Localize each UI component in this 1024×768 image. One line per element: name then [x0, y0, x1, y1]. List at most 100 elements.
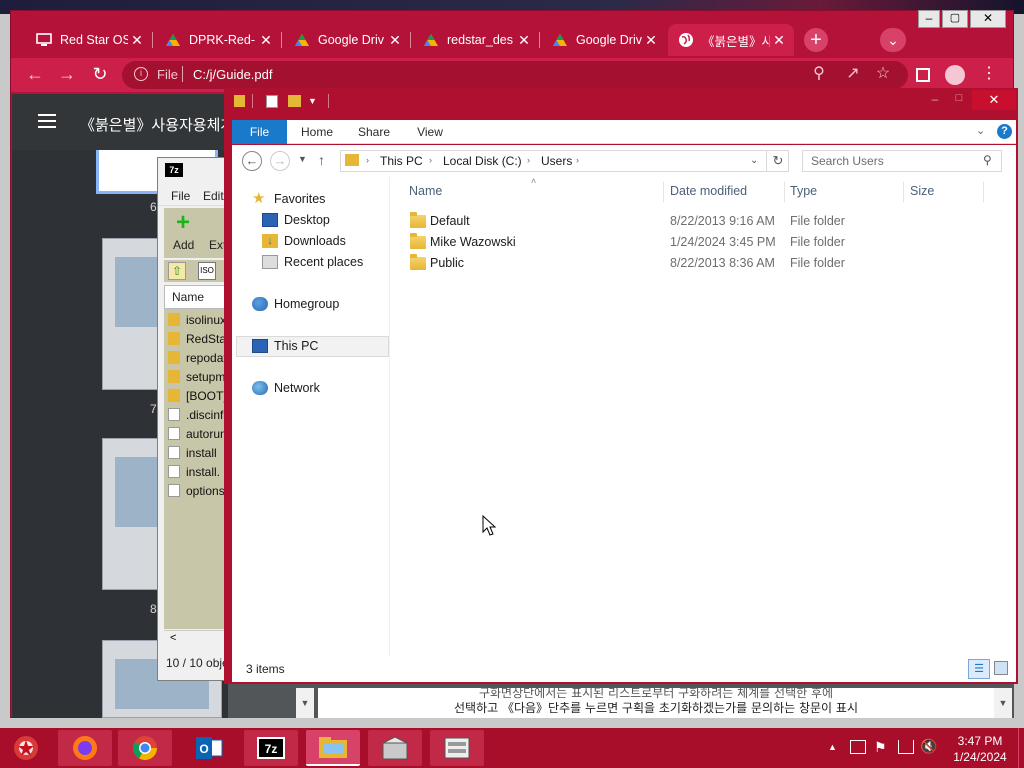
taskbar-chrome[interactable]: [118, 730, 172, 766]
forward-button[interactable]: →: [56, 64, 78, 86]
horizontal-scrollbar[interactable]: <: [164, 630, 230, 648]
column-header-size[interactable]: Size: [910, 184, 934, 198]
7zip-file-row[interactable]: options: [168, 481, 228, 500]
menu-kebab-icon[interactable]: ⋮: [978, 64, 1000, 86]
file-row[interactable]: Mike Wazowski 1/24/2024 3:45 PM File fol…: [404, 232, 1004, 253]
flag-icon[interactable]: ⚑: [874, 739, 887, 756]
scroll-down-arrow[interactable]: ▼: [296, 688, 314, 718]
close-tab-icon[interactable]: ✕: [386, 32, 404, 49]
7zip-file-row[interactable]: setupm: [168, 367, 228, 386]
network-tray-icon[interactable]: [898, 740, 914, 754]
browser-maximize-button[interactable]: ▢: [942, 10, 968, 28]
profile-avatar[interactable]: [945, 65, 965, 85]
column-name[interactable]: Name: [172, 290, 204, 304]
taskbar-firefox[interactable]: [58, 730, 112, 766]
forward-arrow-icon[interactable]: →: [270, 151, 290, 171]
tab-search-button[interactable]: ⌄: [880, 28, 906, 52]
explorer-maximize-button[interactable]: □: [948, 92, 970, 106]
tab-google-drive-2[interactable]: Google Driv ✕: [542, 24, 666, 56]
zoom-icon[interactable]: ⚲: [808, 64, 830, 86]
back-button[interactable]: ←: [24, 64, 46, 86]
share-icon[interactable]: ↗: [842, 64, 864, 86]
breadcrumb-chevron-icon[interactable]: ›: [366, 155, 369, 165]
menu-file[interactable]: File: [171, 189, 190, 203]
menu-edit[interactable]: Edit: [203, 189, 224, 203]
close-tab-icon[interactable]: ✕: [642, 32, 660, 49]
refresh-icon[interactable]: ↻: [766, 150, 789, 172]
add-icon[interactable]: +: [176, 211, 190, 235]
scroll-down-arrow[interactable]: ▼: [994, 688, 1012, 718]
nav-downloads[interactable]: ↓ Downloads: [262, 231, 346, 251]
taskbar-7zip[interactable]: 7z: [244, 730, 298, 766]
back-arrow-icon[interactable]: ←: [242, 151, 262, 171]
taskbar-outlook[interactable]: O: [182, 730, 236, 766]
show-hidden-icons[interactable]: ▲: [828, 742, 837, 752]
up-folder-icon[interactable]: ⇧: [168, 262, 186, 280]
details-view-icon[interactable]: ☰: [968, 659, 990, 679]
breadcrumb-users[interactable]: Users: [541, 154, 572, 168]
info-icon[interactable]: i: [134, 67, 148, 81]
7zip-file-row[interactable]: install: [168, 443, 228, 462]
ribbon-tab-file[interactable]: File: [232, 120, 287, 144]
show-desktop-button[interactable]: [1018, 728, 1024, 768]
taskbar-file-explorer[interactable]: [306, 730, 360, 766]
breadcrumb-chevron-icon[interactable]: ›: [576, 155, 579, 165]
taskbar-control-panel[interactable]: [430, 730, 484, 766]
file-row[interactable]: Default 8/22/2013 9:16 AM File folder: [404, 211, 1004, 232]
7zip-file-row[interactable]: [BOOT]: [168, 386, 228, 405]
7zip-file-row[interactable]: autorun: [168, 424, 228, 443]
explorer-minimize-button[interactable]: –: [924, 92, 946, 106]
column-header-name[interactable]: Name: [409, 184, 442, 198]
recent-locations-icon[interactable]: ▼: [298, 154, 307, 164]
close-tab-icon[interactable]: ✕: [257, 32, 275, 49]
column-divider[interactable]: [903, 182, 904, 202]
column-header-date[interactable]: Date modified: [670, 184, 747, 198]
7zip-file-row[interactable]: repodata: [168, 348, 228, 367]
new-folder-icon[interactable]: [288, 95, 301, 107]
nav-pane-divider[interactable]: [389, 177, 390, 656]
action-center-icon[interactable]: [850, 740, 866, 754]
close-tab-icon[interactable]: ✕: [770, 32, 788, 49]
hamburger-menu-icon[interactable]: [38, 114, 56, 128]
nav-homegroup[interactable]: Homegroup: [252, 294, 339, 314]
tab-google-drive[interactable]: Google Driv ✕: [284, 24, 410, 56]
ribbon-tab-share[interactable]: Share: [350, 120, 398, 144]
address-url[interactable]: C:/j/Guide.pdf: [193, 67, 273, 82]
breadcrumb-this-pc[interactable]: This PC: [380, 154, 423, 168]
tab-redstar-desktop[interactable]: redstar_des ✕: [413, 24, 539, 56]
ribbon-tab-view[interactable]: View: [406, 120, 454, 144]
reload-button[interactable]: ↻: [89, 64, 111, 86]
breadcrumb-chevron-icon[interactable]: ›: [527, 155, 530, 165]
breadcrumb-chevron-icon[interactable]: ›: [429, 155, 432, 165]
tab-red-star-os[interactable]: Red Star OS ✕: [26, 24, 152, 56]
column-divider[interactable]: [784, 182, 785, 202]
search-icon[interactable]: ⚲: [983, 153, 992, 167]
large-icons-view-icon[interactable]: [994, 661, 1008, 675]
breadcrumb-local-disk[interactable]: Local Disk (C:): [443, 154, 522, 168]
bookmark-star-icon[interactable]: ☆: [872, 64, 894, 86]
start-button[interactable]: [6, 731, 46, 765]
add-button-label[interactable]: Add: [173, 238, 194, 252]
new-tab-button[interactable]: +: [804, 28, 828, 52]
expand-ribbon-icon[interactable]: ⌄: [976, 124, 985, 137]
7zip-file-row[interactable]: .discinf: [168, 405, 228, 424]
column-header-type[interactable]: Type: [790, 184, 817, 198]
close-tab-icon[interactable]: ✕: [128, 32, 146, 49]
clock[interactable]: 3:47 PM 1/24/2024: [948, 733, 1012, 765]
ribbon-tab-home[interactable]: Home: [293, 120, 341, 144]
properties-icon[interactable]: [266, 95, 278, 108]
up-arrow-icon[interactable]: ↑: [318, 152, 325, 168]
explorer-close-button[interactable]: ✕: [972, 90, 1016, 110]
7zip-file-row[interactable]: install.: [168, 462, 228, 481]
tab-guide-pdf[interactable]: 《붉은별》사 ✕: [668, 24, 794, 56]
browser-close-button[interactable]: ✕: [970, 10, 1006, 28]
help-icon[interactable]: ?: [997, 124, 1012, 139]
volume-muted-icon[interactable]: 🔇: [920, 738, 937, 755]
side-panel-icon[interactable]: [916, 68, 930, 82]
7zip-file-row[interactable]: RedStar: [168, 329, 228, 348]
tab-dprk-red[interactable]: DPRK-Red- ✕: [155, 24, 281, 56]
address-history-dropdown[interactable]: ⌄: [750, 155, 758, 166]
nav-favorites[interactable]: ★ Favorites: [252, 189, 325, 209]
column-divider[interactable]: [983, 182, 984, 202]
browser-minimize-button[interactable]: –: [918, 10, 940, 28]
